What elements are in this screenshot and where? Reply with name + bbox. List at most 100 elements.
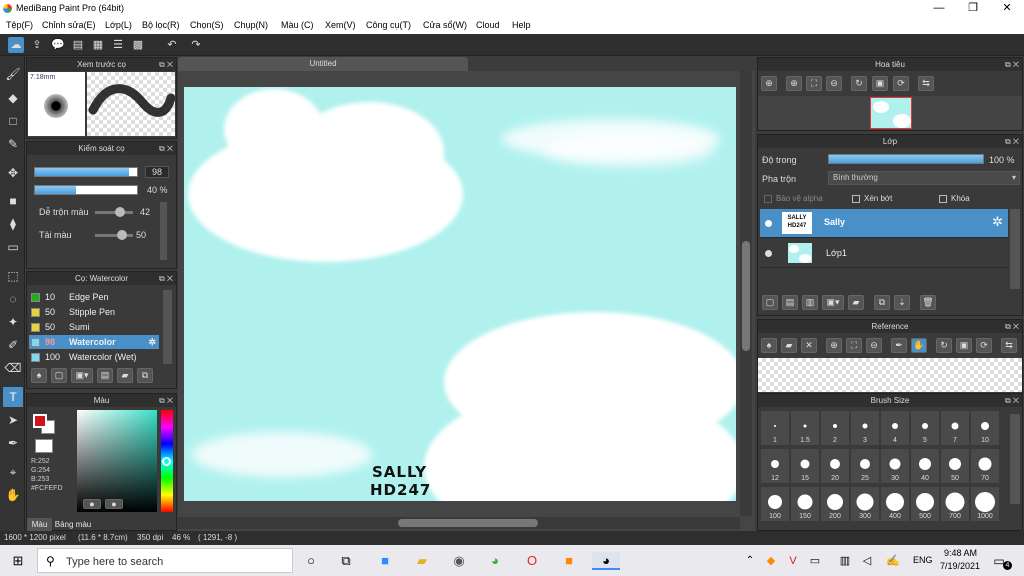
- brush-size-option[interactable]: 12: [760, 448, 790, 484]
- ref-reset-icon[interactable]: ⟳: [976, 338, 992, 353]
- gradient-tool-icon[interactable]: ▭: [3, 237, 23, 257]
- clock-date[interactable]: 7/19/2021: [940, 561, 980, 571]
- brush-size-option[interactable]: 1.5: [790, 410, 820, 446]
- ref-close-icon[interactable]: ✕: [801, 338, 817, 353]
- camera-app-icon[interactable]: ◉: [450, 552, 468, 570]
- menu-view[interactable]: Xem(V): [325, 20, 356, 30]
- flip-icon[interactable]: ⇆: [918, 76, 934, 91]
- brush-opacity-slider[interactable]: [34, 185, 138, 195]
- blend-slider[interactable]: [95, 207, 133, 217]
- menu-file[interactable]: Tệp(F): [6, 20, 33, 30]
- brush-size-option[interactable]: 50: [940, 448, 970, 484]
- new-brush-icon[interactable]: ▢: [51, 368, 67, 383]
- page-icon[interactable]: ▦: [90, 37, 106, 53]
- windows-start-icon[interactable]: ⊞: [9, 552, 27, 570]
- brush-size-option[interactable]: 20: [820, 448, 850, 484]
- panel-close-icon[interactable]: ⧉ ✕: [1005, 394, 1019, 407]
- brush-item-watercolor-wet[interactable]: 100 Watercolor (Wet): [29, 350, 159, 364]
- brush-size-option[interactable]: 700: [940, 486, 970, 522]
- duplicate-icon[interactable]: ⧉: [137, 368, 153, 383]
- brush-size-option[interactable]: 500: [910, 486, 940, 522]
- layer-folder-icon[interactable]: ▰: [848, 295, 864, 310]
- list-icon[interactable]: ☰: [110, 37, 126, 53]
- gear-icon[interactable]: ✲: [148, 335, 156, 349]
- panel-close-icon[interactable]: ⧉ ✕: [159, 58, 173, 71]
- menu-window[interactable]: Cửa sổ(W): [423, 20, 467, 30]
- select-pen-icon[interactable]: ✐: [3, 335, 23, 355]
- pen-icon[interactable]: ✍: [884, 552, 902, 570]
- color-remove-icon[interactable]: ●: [105, 499, 123, 509]
- lock-checkbox[interactable]: [939, 195, 947, 203]
- volume-icon[interactable]: ◁: [858, 552, 876, 570]
- tab-color[interactable]: Màu: [27, 518, 52, 531]
- clock-time[interactable]: 9:48 AM: [944, 548, 977, 558]
- layer-row-layer1[interactable]: Lớp1: [760, 239, 1008, 268]
- new-1bit-layer-icon[interactable]: ▥: [802, 295, 818, 310]
- new-halftone-layer-icon[interactable]: ▤: [782, 295, 798, 310]
- menu-tools[interactable]: Công cụ(T): [366, 20, 411, 30]
- comment-icon[interactable]: 💬: [50, 37, 66, 53]
- color-add-icon[interactable]: ●: [83, 499, 101, 509]
- tray-chevron-up-icon[interactable]: ⌃: [741, 552, 759, 570]
- merge-layer-icon[interactable]: ⇣: [894, 295, 910, 310]
- brush-item-edge-pen[interactable]: 10 Edge Pen: [29, 290, 159, 304]
- brush-size-option[interactable]: 400: [880, 486, 910, 522]
- visibility-eye-icon[interactable]: [765, 220, 772, 227]
- menu-help[interactable]: Help: [512, 20, 531, 30]
- brush-item-stipple-pen[interactable]: 50 Stipple Pen: [29, 305, 159, 319]
- tray-antivirus-icon[interactable]: V: [784, 552, 802, 570]
- reset-rotation-icon[interactable]: ⟳: [893, 76, 909, 91]
- layer-menu-icon[interactable]: ▣▾: [822, 295, 844, 310]
- reference-view[interactable]: [758, 358, 1022, 392]
- tab-untitled[interactable]: Untitled: [178, 57, 468, 71]
- drawing-canvas[interactable]: SALLY HD247: [184, 87, 736, 501]
- tray-app-icon[interactable]: ◆: [762, 552, 780, 570]
- opera-icon[interactable]: O: [523, 552, 541, 570]
- medibang-taskbar-icon[interactable]: ◕: [592, 552, 620, 570]
- chrome-icon[interactable]: ◕: [486, 552, 504, 570]
- gear-icon[interactable]: ✲: [992, 214, 1003, 230]
- maximize-button[interactable]: ❐: [956, 0, 990, 17]
- layer-blend-select[interactable]: Bình thường ▾: [828, 171, 1020, 185]
- saturation-value-picker[interactable]: [77, 410, 157, 512]
- menu-snap[interactable]: Chụp(N): [234, 20, 268, 30]
- share-icon[interactable]: ⇪: [29, 37, 45, 53]
- app-icon[interactable]: ■: [560, 552, 578, 570]
- brush-size-slider[interactable]: [34, 167, 138, 177]
- ref-open-icon[interactable]: ▰: [781, 338, 797, 353]
- redo-icon[interactable]: ↷: [188, 37, 204, 53]
- clipping-checkbox[interactable]: [852, 195, 860, 203]
- brush-size-option[interactable]: 300: [850, 486, 880, 522]
- shape-tool-icon[interactable]: □: [3, 111, 23, 131]
- ref-rotate-icon[interactable]: ↻: [936, 338, 952, 353]
- zoom-fit-icon[interactable]: ⊕: [761, 76, 777, 91]
- duplicate-layer-icon[interactable]: ⧉: [874, 295, 890, 310]
- transparent-swatch[interactable]: [35, 439, 53, 453]
- tray-display-icon[interactable]: ▭: [806, 552, 824, 570]
- eyedropper-icon[interactable]: ⌖: [3, 462, 23, 482]
- brush-item-sumi[interactable]: 50 Sumi: [29, 320, 159, 334]
- zoom-app-icon[interactable]: ■: [376, 552, 394, 570]
- panel-close-icon[interactable]: ⧉ ✕: [159, 142, 173, 155]
- ref-flip-icon[interactable]: ⇆: [1001, 338, 1017, 353]
- actual-size-icon[interactable]: ▣: [872, 76, 888, 91]
- navigator-view[interactable]: [758, 96, 1022, 130]
- eraser-tool-icon[interactable]: ◆: [3, 88, 23, 108]
- layer-row-sally[interactable]: SALLY HD247 Sally ✲: [760, 209, 1008, 238]
- select-rect-icon[interactable]: ⬚: [3, 266, 23, 286]
- add-brush-icon[interactable]: ♠: [31, 368, 47, 383]
- brush-size-option[interactable]: 25: [850, 448, 880, 484]
- delete-layer-icon[interactable]: 🗑: [920, 295, 936, 310]
- cortana-icon[interactable]: ○: [302, 552, 320, 570]
- brush-size-option[interactable]: 15: [790, 448, 820, 484]
- move-tool-icon[interactable]: ✥: [3, 163, 23, 183]
- brush-size-option[interactable]: 150: [790, 486, 820, 522]
- panel-close-icon[interactable]: ⧉ ✕: [1005, 58, 1019, 71]
- layers-scrollbar[interactable]: [1010, 209, 1020, 289]
- brush-menu-icon[interactable]: ▣▾: [71, 368, 93, 383]
- panel-close-icon[interactable]: ⧉ ✕: [1005, 320, 1019, 333]
- ref-actual-size-icon[interactable]: ▣: [956, 338, 972, 353]
- ref-zoom-out-icon[interactable]: ⊖: [866, 338, 882, 353]
- fit-window-icon[interactable]: ⛶: [806, 76, 822, 91]
- menu-cloud[interactable]: Cloud: [476, 20, 500, 30]
